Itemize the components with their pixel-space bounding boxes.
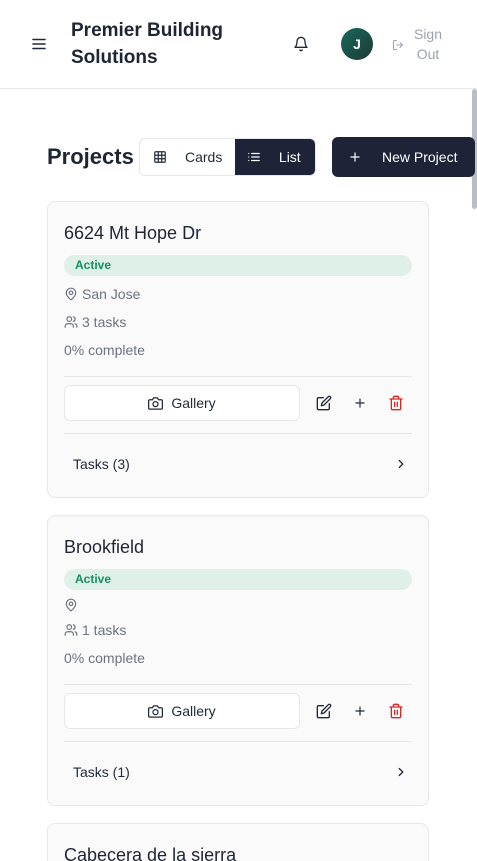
app-header: Premier Building Solutions J Sign Out <box>0 0 477 89</box>
chevron-right-icon <box>398 459 404 469</box>
project-tasks-count: 1 tasks <box>64 622 126 638</box>
new-project-button[interactable]: New Project <box>332 137 475 177</box>
project-location <box>64 598 82 612</box>
project-progress: 0% complete <box>64 650 145 666</box>
add-task-icon[interactable] <box>348 699 372 723</box>
menu-icon[interactable] <box>29 34 49 54</box>
view-cards-label: Cards <box>185 149 223 165</box>
project-location: San Jose <box>64 286 140 302</box>
camera-icon <box>148 396 164 410</box>
project-name: Brookfield <box>64 537 145 557</box>
avatar[interactable]: J <box>341 28 373 60</box>
divider <box>64 376 412 377</box>
sign-out-button[interactable]: Sign Out <box>392 24 446 64</box>
tasks-label: Tasks (1) <box>73 764 130 780</box>
divider <box>64 684 412 685</box>
gallery-button[interactable]: Gallery <box>64 385 300 421</box>
chevron-right-icon <box>398 767 404 777</box>
gallery-label: Gallery <box>171 703 216 719</box>
project-progress: 0% complete <box>64 342 145 358</box>
status-badge: Active <box>64 255 412 276</box>
sign-out-icon <box>392 38 404 50</box>
project-card: Cabecera de la sierra <box>47 823 429 861</box>
delete-icon[interactable] <box>384 391 408 415</box>
tasks-count-text: 3 tasks <box>82 314 127 330</box>
gallery-label: Gallery <box>171 395 216 411</box>
project-tasks-count: 3 tasks <box>64 314 126 330</box>
plus-icon <box>350 152 360 162</box>
camera-icon <box>148 704 164 718</box>
users-icon <box>64 316 78 328</box>
edit-icon[interactable] <box>312 699 336 723</box>
tasks-count-text: 1 tasks <box>82 622 127 638</box>
users-icon <box>64 624 78 636</box>
status-badge: Active <box>64 569 412 590</box>
new-project-label: New Project <box>382 149 458 165</box>
bell-icon[interactable] <box>290 33 312 55</box>
project-card: Brookfield Active 1 tasks 0% complete Ga… <box>47 515 429 806</box>
grid-icon <box>154 151 166 163</box>
tasks-label: Tasks (3) <box>73 456 130 472</box>
view-toggle: Cards List <box>139 138 316 176</box>
project-card: 6624 Mt Hope Dr Active San Jose 3 tasks … <box>47 201 429 498</box>
project-name: Cabecera de la sierra <box>64 845 237 861</box>
edit-icon[interactable] <box>312 391 336 415</box>
sign-out-label: Sign Out <box>413 26 443 62</box>
divider <box>64 741 412 742</box>
page-title: Projects <box>47 144 134 169</box>
tasks-expander[interactable]: Tasks (3) <box>64 452 412 476</box>
delete-icon[interactable] <box>384 699 408 723</box>
view-list-button[interactable]: List <box>234 139 315 175</box>
view-list-label: List <box>278 149 301 165</box>
map-pin-icon <box>65 598 77 612</box>
brand-name: Premier Building Solutions <box>71 20 224 68</box>
project-name: 6624 Mt Hope Dr <box>64 223 202 243</box>
tasks-expander[interactable]: Tasks (1) <box>64 760 412 784</box>
list-icon <box>248 152 260 162</box>
add-task-icon[interactable] <box>348 391 372 415</box>
gallery-button[interactable]: Gallery <box>64 693 300 729</box>
view-cards-button[interactable]: Cards <box>140 139 235 175</box>
map-pin-icon <box>65 287 77 301</box>
project-location-text: San Jose <box>82 286 141 302</box>
divider <box>64 433 412 434</box>
